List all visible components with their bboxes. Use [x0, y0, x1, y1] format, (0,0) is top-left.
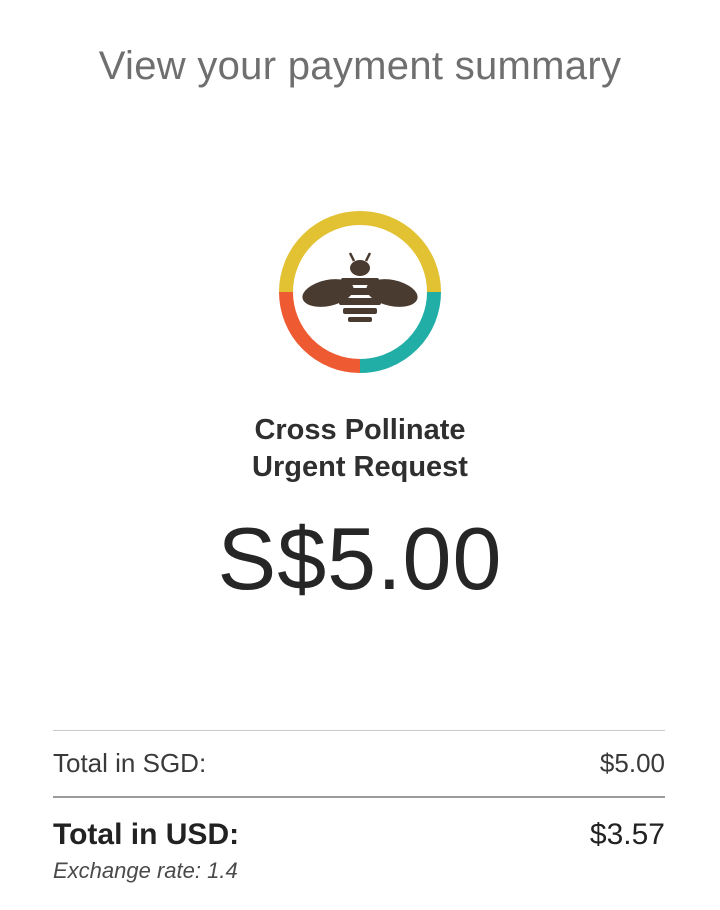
total-sgd-value: $5.00 — [599, 748, 665, 778]
total-sgd-label: Total in SGD: — [53, 748, 207, 778]
total-sgd-row: Total in SGD: $5.00 — [53, 748, 665, 779]
merchant-name: Cross Pollinate Urgent Request — [0, 412, 720, 486]
exchange-rate: Exchange rate: 1.4 — [53, 858, 238, 883]
divider — [53, 730, 665, 731]
merchant-name-line-1: Cross Pollinate — [254, 414, 466, 446]
bee-logo-icon — [278, 210, 442, 374]
merchant-name-line-2: Urgent Request — [252, 451, 468, 483]
total-usd-value: $3.57 — [589, 818, 665, 851]
payment-amount: S$5.00 — [217, 509, 503, 608]
page-title: View your payment summary — [98, 44, 622, 88]
divider — [53, 796, 665, 798]
total-usd-label: Total in USD: — [53, 818, 240, 851]
total-usd-row: Total in USD: $3.57 — [53, 818, 665, 852]
